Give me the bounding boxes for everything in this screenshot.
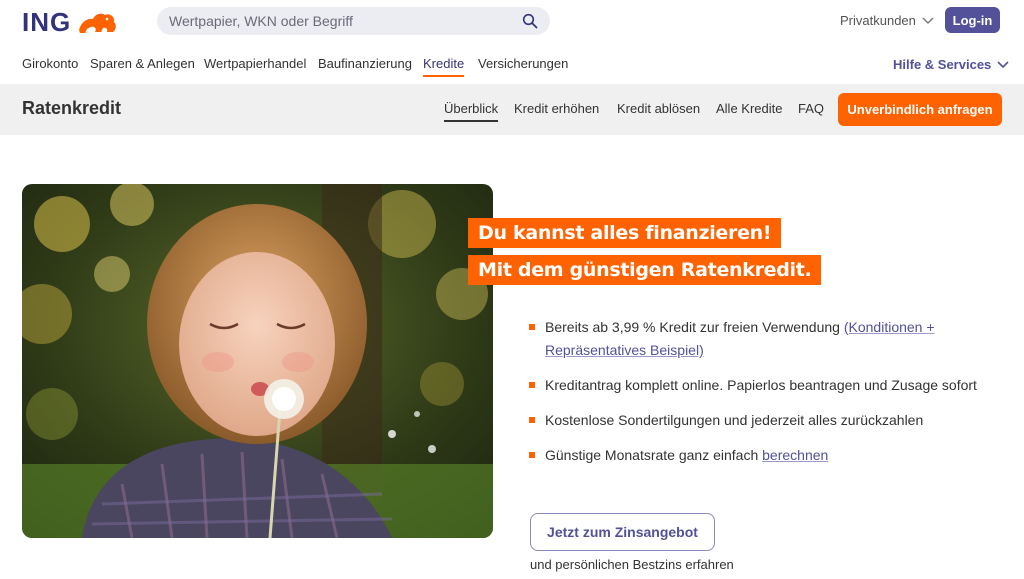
list-item: Kostenlose Sondertilgungen und jederzeit…	[529, 409, 979, 432]
help-services-dropdown[interactable]: Hilfe & Services	[893, 57, 1009, 72]
tab-kredit-abloesen[interactable]: Kredit ablösen	[617, 101, 700, 116]
segment-dropdown[interactable]: Privatkunden	[840, 13, 934, 28]
search-icon[interactable]	[522, 13, 538, 29]
top-bar: ING Privatkunden Log-in	[0, 0, 1024, 44]
nav-item-kredite[interactable]: Kredite	[423, 56, 465, 77]
tab-alle-kredite[interactable]: Alle Kredite	[716, 101, 782, 116]
interest-offer-button[interactable]: Jetzt zum Zinsangebot	[530, 513, 715, 551]
headline-line-1: Du kannst alles finanzieren!	[468, 218, 782, 248]
tab-faq[interactable]: FAQ	[798, 101, 824, 116]
search-bar	[157, 7, 550, 35]
chevron-down-icon	[922, 17, 934, 24]
login-button[interactable]: Log-in	[945, 7, 1000, 33]
request-button[interactable]: Unverbindlich anfragen	[838, 93, 1002, 126]
nav-item-versicherungen[interactable]: Versicherungen	[478, 56, 568, 71]
bullet-text: Kreditantrag komplett online. Papierlos …	[545, 377, 977, 393]
segment-label: Privatkunden	[840, 13, 916, 28]
nav-item-baufinanzierung[interactable]: Baufinanzierung	[318, 56, 412, 71]
bullet-text: Bereits ab 3,99 % Kredit zur freien Verw…	[545, 319, 844, 335]
tab-ueberblick[interactable]: Überblick	[444, 101, 499, 122]
hero-photo	[22, 184, 493, 538]
headline-line-2: Mit dem günstigen Ratenkredit.	[468, 255, 822, 285]
chevron-down-icon	[997, 60, 1009, 68]
benefit-list: Bereits ab 3,99 % Kredit zur freien Verw…	[529, 316, 979, 479]
list-item: Kreditantrag komplett online. Papierlos …	[529, 374, 979, 397]
search-input[interactable]	[169, 7, 509, 35]
calculate-link[interactable]: berechnen	[762, 447, 828, 463]
list-item: Bereits ab 3,99 % Kredit zur freien Verw…	[529, 316, 979, 362]
nav-item-girokonto[interactable]: Girokonto	[22, 56, 78, 71]
main-nav: Girokonto Sparen & Anlegen Wertpapierhan…	[0, 44, 1024, 84]
bullet-text: Kostenlose Sondertilgungen und jederzeit…	[545, 412, 924, 428]
bullet-text: Günstige Monatsrate ganz einfach	[545, 447, 763, 463]
nav-item-wertpapierhandel[interactable]: Wertpapierhandel	[204, 56, 306, 71]
nav-item-sparen-anlegen[interactable]: Sparen & Anlegen	[90, 56, 195, 71]
hero-image	[22, 184, 493, 538]
page-title: Ratenkredit	[22, 98, 122, 118]
lion-icon	[79, 13, 117, 33]
logo-text: ING	[22, 6, 72, 37]
sub-nav: Ratenkredit Überblick Kredit erhöhen Kre…	[0, 84, 1024, 135]
tab-kredit-erhoehen[interactable]: Kredit erhöhen	[514, 101, 599, 116]
help-services-label: Hilfe & Services	[893, 57, 992, 72]
offer-subtext: und persönlichen Bestzins erfahren	[530, 557, 734, 572]
ing-logo[interactable]: ING	[22, 7, 119, 37]
list-item: Günstige Monatsrate ganz einfach berechn…	[529, 444, 979, 467]
